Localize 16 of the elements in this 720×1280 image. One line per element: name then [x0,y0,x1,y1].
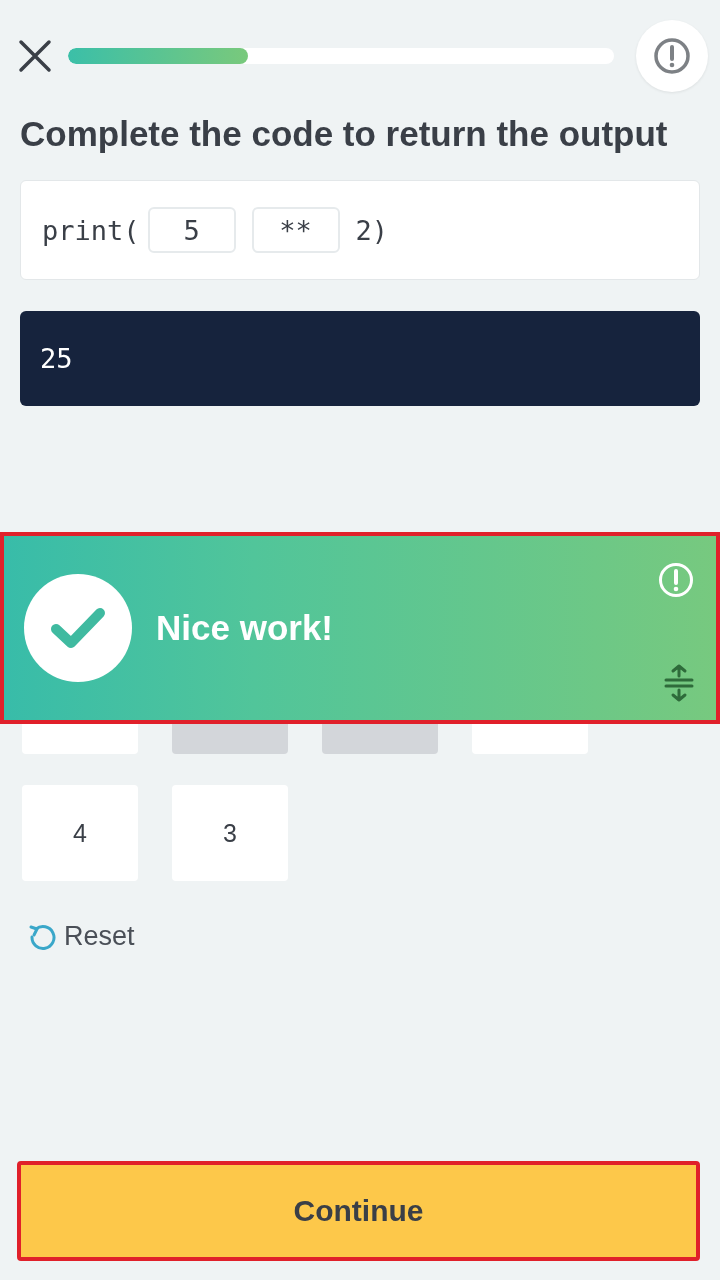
continue-button[interactable]: Continue [17,1161,700,1261]
question-title: Complete the code to return the output [20,114,669,154]
feedback-message: Nice work! [156,608,333,648]
close-icon[interactable] [18,39,52,73]
code-text: 2) [355,214,389,246]
expand-icon[interactable] [664,664,694,702]
answer-slot[interactable]: ** [251,207,340,253]
output-text: 25 [40,343,73,374]
option-tile[interactable]: 3 [172,785,288,881]
option-tile[interactable]: 4 [22,785,138,881]
report-icon[interactable] [658,562,694,598]
answer-slot[interactable]: 5 [147,207,236,253]
reset-icon [28,922,56,951]
code-text: print( [42,214,140,246]
report-icon [653,37,691,75]
reset-button[interactable]: Reset [28,921,135,952]
